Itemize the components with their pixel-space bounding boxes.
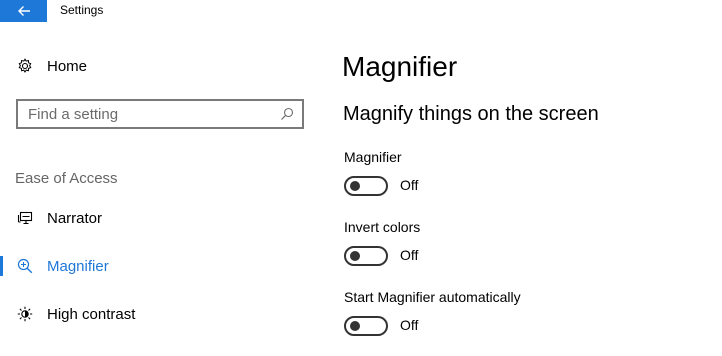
setting-invert-colors: Invert colors Off: [344, 219, 684, 279]
search-box: [16, 99, 304, 129]
narrator-icon: [16, 209, 34, 227]
setting-start-automatically: Start Magnifier automatically Off: [344, 289, 684, 349]
back-arrow-icon: [17, 6, 30, 16]
section-subheading: Magnify things on the screen: [343, 103, 599, 125]
setting-label: Start Magnifier automatically: [344, 289, 521, 305]
sidebar-item-label: High contrast: [47, 305, 136, 323]
sidebar-item-label: Narrator: [47, 209, 103, 227]
toggle-knob: [350, 181, 360, 191]
active-indicator: [0, 256, 3, 276]
sidebar-item-narrator[interactable]: Narrator: [0, 198, 310, 238]
toggle-state-text: Off: [400, 177, 419, 193]
sidebar-item-magnifier[interactable]: Magnifier: [0, 246, 310, 286]
magnifier-toggle[interactable]: [344, 176, 388, 196]
sidebar-item-home[interactable]: Home: [0, 46, 310, 86]
sidebar-item-label: Magnifier: [47, 257, 109, 275]
invert-colors-toggle[interactable]: [344, 246, 388, 266]
setting-label: Magnifier: [344, 149, 402, 165]
gear-icon: [16, 57, 34, 75]
toggle-state-text: Off: [400, 317, 419, 333]
setting-magnifier: Magnifier Off: [344, 149, 684, 209]
search-input[interactable]: [28, 104, 268, 124]
page-title: Magnifier: [342, 51, 458, 82]
magnifier-icon: [16, 257, 34, 275]
start-automatically-toggle[interactable]: [344, 316, 388, 336]
app-title: Settings: [60, 3, 104, 17]
setting-label: Invert colors: [344, 219, 421, 235]
search-icon[interactable]: [280, 107, 294, 121]
high-contrast-icon: [16, 305, 34, 323]
back-button[interactable]: [0, 0, 47, 22]
section-header: Ease of Access: [15, 170, 118, 187]
sidebar-item-label: Home: [47, 57, 88, 75]
toggle-knob: [350, 321, 360, 331]
sidebar-item-high-contrast[interactable]: High contrast: [0, 294, 310, 334]
toggle-knob: [350, 251, 360, 261]
title-bar: Settings: [0, 0, 722, 26]
toggle-state-text: Off: [400, 247, 419, 263]
